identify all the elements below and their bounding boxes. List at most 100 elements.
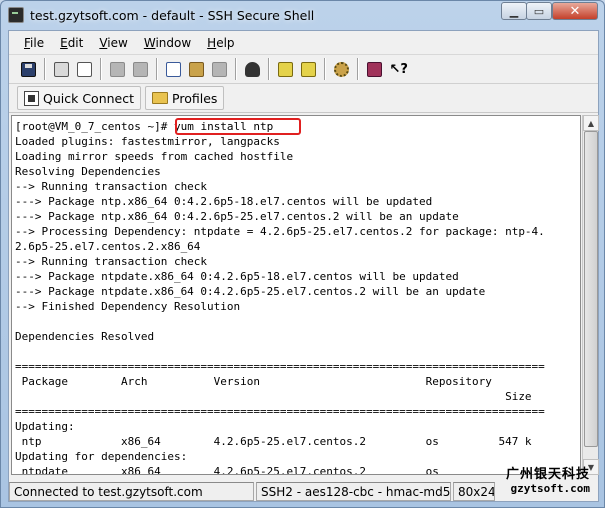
menu-edit-label: dit (67, 35, 84, 50)
terminal-line: ---> Package ntpdate.x86_64 0:4.2.6p5-18… (15, 270, 459, 283)
profile-settings-icon (300, 61, 316, 77)
terminal-line: ========================================… (15, 360, 545, 373)
toolbar-separator (100, 58, 102, 80)
find-button[interactable] (241, 58, 263, 80)
menu-help-label: elp (216, 35, 235, 50)
terminal-line: Package Arch Version Repository (15, 375, 492, 388)
help-book-button[interactable] (363, 58, 385, 80)
terminal-output[interactable]: [root@VM_0_7_centos ~]# yum install ntp … (11, 115, 581, 475)
terminal-line: ---> Package ntp.x86_64 0:4.2.6p5-18.el7… (15, 195, 433, 208)
command-highlight-box (175, 118, 301, 135)
terminal-prompt: [root@VM_0_7_centos ~]# (15, 120, 174, 133)
menu-view-label: iew (107, 35, 128, 50)
toolbar-separator (44, 58, 46, 80)
disabled-icon (109, 61, 125, 77)
terminal-line: --> Running transaction check (15, 180, 208, 193)
gear-button[interactable] (330, 58, 352, 80)
minimize-button[interactable]: ▁ (501, 2, 527, 20)
terminal-text: [root@VM_0_7_centos ~]# yum install ntp … (15, 119, 545, 475)
save-button[interactable] (17, 58, 39, 80)
client-area: File Edit View Window Help ↖? Quick Conn… (8, 30, 599, 502)
settings-button[interactable] (274, 58, 296, 80)
disabled-button-1[interactable] (106, 58, 128, 80)
disabled-button-3[interactable] (208, 58, 230, 80)
quick-connect-icon (24, 90, 39, 106)
terminal-line: Dependencies Resolved (15, 330, 155, 343)
status-terminal-size: 80x24 (453, 482, 495, 501)
scroll-up-button[interactable]: ▲ (583, 115, 599, 131)
terminal-line: Updating: (15, 420, 75, 433)
menu-edit[interactable]: Edit (57, 34, 86, 52)
toolbar-separator (268, 58, 270, 80)
vertical-scrollbar[interactable]: ▲ ▼ (582, 115, 599, 475)
menu-edit-mnemonic: E (60, 35, 68, 50)
terminal-line: ========================================… (15, 405, 545, 418)
watermark-chinese: 广州银天科技 (505, 467, 590, 482)
menu-file-label: ile (30, 35, 45, 50)
window-title: test.gzytsoft.com - default - SSH Secure… (30, 7, 315, 23)
toolbar-separator (235, 58, 237, 80)
paste-button[interactable] (185, 58, 207, 80)
app-window: test.gzytsoft.com - default - SSH Secure… (0, 0, 605, 508)
terminal-line: ntp x86_64 4.2.6p5-25.el7.centos.2 os 54… (15, 435, 532, 448)
menu-window-mnemonic: W (143, 35, 156, 50)
profiles-label: Profiles (172, 90, 218, 106)
print-preview-button[interactable] (73, 58, 95, 80)
terminal-line: ---> Package ntpdate.x86_64 0:4.2.6p5-25… (15, 285, 486, 298)
quick-connect-bar: Quick Connect Profiles (9, 84, 598, 113)
terminal-line: ---> Package ntp.x86_64 0:4.2.6p5-25.el7… (15, 210, 459, 223)
disabled-icon (211, 61, 227, 77)
toolbar-separator (156, 58, 158, 80)
quick-connect-label: Quick Connect (43, 90, 135, 106)
save-icon (20, 61, 36, 77)
terminal-app-icon (8, 7, 24, 23)
folder-icon (152, 92, 169, 104)
copy-button[interactable] (162, 58, 184, 80)
terminal-line: 2.6p5-25.el7.centos.2.x86_64 (15, 240, 201, 253)
print-button[interactable] (50, 58, 72, 80)
arrow-up-icon: ▲ (587, 118, 595, 128)
terminal-line: Loaded plugins: fastestmirror, langpacks (15, 135, 280, 148)
terminal-line: --> Processing Dependency: ntpdate = 4.2… (15, 225, 545, 238)
toolbar-separator (357, 58, 359, 80)
maximize-button[interactable]: ▭ (526, 2, 552, 20)
terminal-line: Size (15, 390, 532, 403)
print-preview-icon (76, 61, 92, 77)
disabled-button-2[interactable] (129, 58, 151, 80)
menu-bar: File Edit View Window Help (9, 31, 598, 55)
settings-icon (277, 61, 293, 77)
terminal-line: --> Finished Dependency Resolution (15, 300, 241, 313)
scrollbar-thumb[interactable] (584, 131, 598, 447)
disabled-icon (132, 61, 148, 77)
menu-help-mnemonic: H (207, 35, 217, 50)
copy-icon (165, 61, 181, 77)
gear-icon (333, 61, 349, 77)
toolbar: ↖? (9, 55, 598, 84)
terminal-line: Resolving Dependencies (15, 165, 161, 178)
toolbar-separator (324, 58, 326, 80)
print-icon (53, 61, 69, 77)
context-help-icon: ↖? (389, 61, 408, 77)
quick-connect-button[interactable]: Quick Connect (17, 86, 142, 110)
menu-window[interactable]: Window (141, 34, 194, 52)
profile-settings-button[interactable] (297, 58, 319, 80)
title-bar[interactable]: test.gzytsoft.com - default - SSH Secure… (1, 1, 604, 29)
terminal-line: ntpdate x86_64 4.2.6p5-25.el7.centos.2 o… (15, 465, 439, 475)
find-icon (244, 61, 260, 77)
close-button[interactable]: ✕ (552, 2, 598, 20)
menu-window-label: indow (155, 35, 192, 50)
terminal-line: Updating for dependencies: (15, 450, 188, 463)
menu-view[interactable]: View (96, 34, 130, 52)
maximize-icon: ▭ (533, 4, 545, 18)
close-icon: ✕ (569, 3, 581, 19)
help-book-icon (366, 61, 382, 77)
profiles-button[interactable]: Profiles (145, 86, 225, 110)
status-cipher: SSH2 - aes128-cbc - hmac-md5 (256, 482, 451, 501)
terminal-line: --> Running transaction check (15, 255, 208, 268)
status-connection: Connected to test.gzytsoft.com (9, 482, 254, 501)
menu-file[interactable]: File (21, 34, 47, 52)
watermark-url: gzytsoft.com (510, 482, 590, 495)
menu-help[interactable]: Help (204, 34, 237, 52)
context-help-button[interactable]: ↖? (386, 58, 408, 80)
paste-icon (188, 61, 204, 77)
